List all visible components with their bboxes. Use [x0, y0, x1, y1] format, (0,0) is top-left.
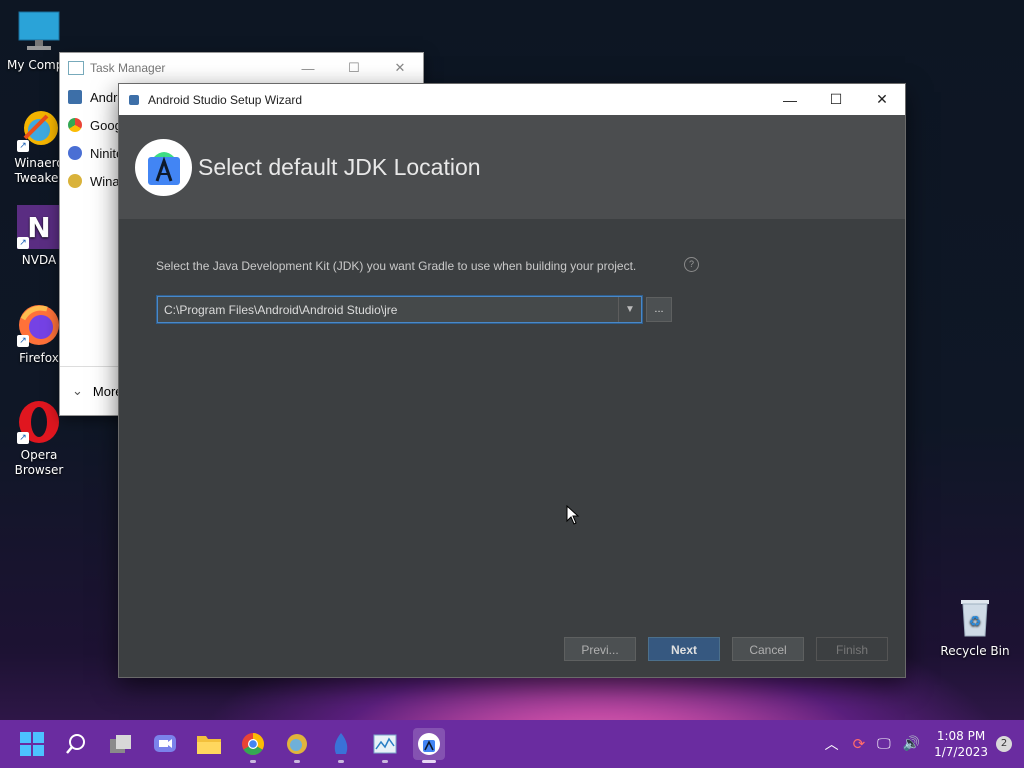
minimize-icon[interactable]: —	[285, 53, 331, 83]
wizard-titlebar[interactable]: Android Studio Setup Wizard — ☐ ✕	[119, 84, 905, 115]
task-view-icon	[110, 735, 131, 753]
running-indicator	[422, 760, 436, 763]
task-manager-app-icon	[68, 61, 84, 75]
running-indicator	[250, 760, 256, 763]
clock[interactable]: 1:08 PM 1/7/2023	[934, 728, 988, 760]
jdk-description: Select the Java Development Kit (JDK) yo…	[156, 259, 637, 273]
dropdown-arrow-icon[interactable]: ▼	[618, 297, 641, 322]
task-manager-title: Task Manager	[90, 61, 166, 75]
winaero-taskbar-button[interactable]	[281, 728, 313, 763]
ninite-icon	[68, 146, 82, 160]
close-icon[interactable]: ✕	[377, 53, 423, 83]
close-icon[interactable]: ✕	[859, 84, 905, 115]
chevron-down-icon: ⌄	[72, 383, 83, 398]
winaero-tweaker-icon: ↗	[17, 108, 61, 152]
notification-badge[interactable]: 2	[996, 736, 1012, 752]
file-explorer-button[interactable]	[193, 728, 225, 760]
desktop-icon-label: Opera Browser	[14, 448, 64, 477]
chat-button[interactable]	[149, 728, 181, 760]
running-indicator	[294, 760, 300, 763]
task-manager-icon	[373, 734, 397, 754]
android-studio-small-icon	[129, 94, 139, 105]
file-explorer-icon	[197, 736, 221, 754]
task-view-button[interactable]	[105, 728, 137, 760]
wizard-header: Select default JDK Location	[119, 115, 905, 219]
volume-icon[interactable]: 🔊	[903, 736, 920, 752]
minimize-icon[interactable]: —	[767, 84, 813, 115]
shortcut-arrow-icon: ↗	[17, 432, 29, 444]
start-icon	[20, 732, 44, 756]
shortcut-arrow-icon: ↗	[17, 335, 29, 347]
start-button[interactable]	[16, 728, 48, 760]
system-tray: ︿ ⟳ 🖵 🔊 1:08 PM 1/7/2023 2	[817, 720, 1024, 768]
opera-icon: ↗	[17, 400, 61, 444]
recycle-bin-label: Recycle Bin	[940, 644, 1010, 658]
task-manager-taskbar-button[interactable]	[369, 728, 401, 763]
svg-text:N: N	[27, 211, 50, 244]
ninite-icon	[334, 733, 348, 754]
search-icon	[66, 734, 85, 754]
chrome-icon	[68, 118, 82, 132]
finish-button: Finish	[816, 637, 888, 661]
network-icon[interactable]: 🖵	[877, 736, 891, 752]
jdk-location-combobox[interactable]: ▼	[157, 296, 642, 323]
previous-button[interactable]: Previ...	[564, 637, 636, 661]
nvda-icon: N ↗	[17, 205, 61, 249]
clock-time: 1:08 PM	[936, 729, 986, 743]
shortcut-arrow-icon: ↗	[17, 237, 29, 249]
android-studio-icon	[418, 733, 440, 755]
browse-button[interactable]: ...	[646, 297, 672, 322]
sync-icon[interactable]: ⟳	[853, 735, 866, 753]
computer-icon	[17, 10, 61, 54]
winaero-icon	[68, 174, 82, 188]
ninite-taskbar-button[interactable]	[325, 728, 357, 763]
recycle-bin-icon: ♻	[958, 596, 992, 638]
chrome-taskbar-button[interactable]	[237, 728, 269, 763]
search-button[interactable]	[60, 728, 92, 760]
cancel-button[interactable]: Cancel	[732, 637, 804, 661]
wizard-title: Android Studio Setup Wizard	[148, 92, 303, 107]
running-indicator	[382, 760, 388, 763]
wizard-header-title: Select default JDK Location	[198, 153, 481, 180]
android-studio-icon	[68, 90, 82, 104]
chevron-up-icon[interactable]: ︿	[825, 734, 839, 754]
desktop-icon-recycle-bin[interactable]: ♻ Recycle Bin	[940, 596, 1010, 658]
android-studio-logo-icon	[135, 138, 192, 196]
jdk-location-input[interactable]	[158, 301, 618, 318]
mouse-cursor-icon	[566, 504, 580, 529]
task-manager-titlebar[interactable]: Task Manager — ☐ ✕	[60, 53, 423, 83]
winaero-icon	[287, 734, 307, 754]
next-button[interactable]: Next	[648, 637, 720, 661]
maximize-icon[interactable]: ☐	[331, 53, 377, 83]
clock-date: 1/7/2023	[934, 745, 988, 759]
wizard-body: Select the Java Development Kit (JDK) yo…	[119, 219, 905, 677]
firefox-icon: ↗	[17, 303, 61, 347]
help-icon[interactable]: ?	[684, 257, 699, 272]
svg-text:♻: ♻	[969, 614, 982, 630]
maximize-icon[interactable]: ☐	[813, 84, 859, 115]
setup-wizard-window[interactable]: Android Studio Setup Wizard — ☐ ✕ Select…	[119, 84, 905, 677]
shortcut-arrow-icon: ↗	[17, 140, 29, 152]
running-indicator	[338, 760, 344, 763]
chat-icon	[154, 735, 176, 752]
android-studio-taskbar-button[interactable]	[413, 728, 445, 763]
chrome-icon	[242, 733, 264, 755]
taskbar: ︿ ⟳ 🖵 🔊 1:08 PM 1/7/2023 2	[0, 720, 1024, 768]
